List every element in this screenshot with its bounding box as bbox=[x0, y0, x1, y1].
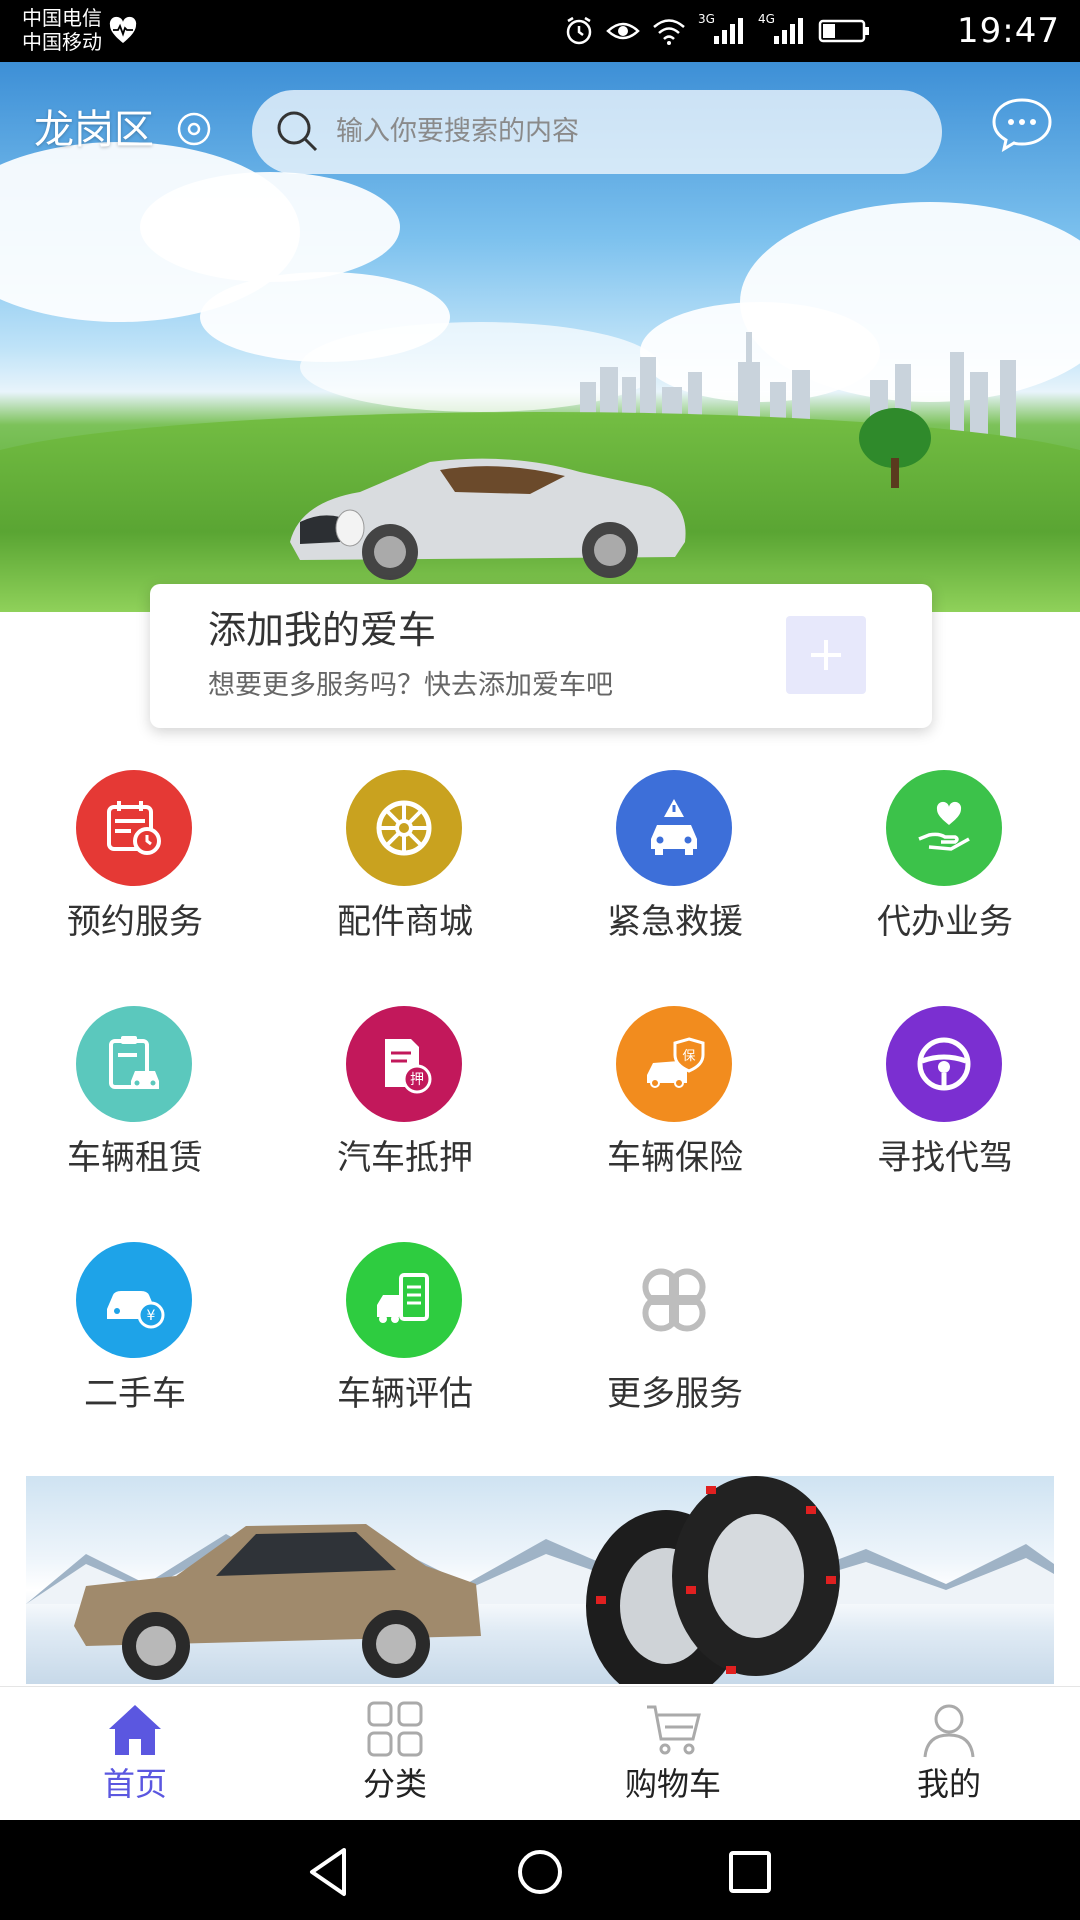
yuan-badge: ¥ bbox=[147, 1308, 156, 1324]
service-more[interactable]: 更多服务 bbox=[540, 1242, 810, 1442]
clipboard-car-icon bbox=[76, 1006, 192, 1122]
service-valuation[interactable]: 车辆评估 bbox=[270, 1242, 540, 1442]
system-navigation-bar bbox=[0, 1820, 1080, 1920]
heart-rate-icon bbox=[109, 16, 137, 43]
sports-car-image bbox=[290, 458, 686, 580]
add-car-title: 添加我的爱车 bbox=[208, 608, 437, 652]
cloud bbox=[140, 172, 400, 282]
battery-icon bbox=[818, 19, 869, 43]
home-icon bbox=[109, 1705, 161, 1755]
add-car-plus-button[interactable] bbox=[786, 616, 866, 694]
service-label: 配件商城 bbox=[337, 902, 473, 942]
wheel-icon bbox=[346, 770, 462, 886]
service-label: 预约服务 bbox=[67, 902, 203, 942]
service-rental[interactable]: 车辆租赁 bbox=[0, 1006, 270, 1206]
add-car-card[interactable]: 添加我的爱车 想要更多服务吗？快去添加爱车吧 bbox=[150, 584, 932, 728]
snow-chain-tires-image bbox=[586, 1476, 840, 1684]
tab-mine-label: 我的 bbox=[916, 1765, 981, 1803]
steering-wheel-icon bbox=[886, 1006, 1002, 1122]
hand-heart-icon bbox=[886, 770, 1002, 886]
service-label: 寻找代驾 bbox=[877, 1138, 1013, 1178]
location-pin-icon[interactable] bbox=[176, 111, 212, 147]
message-bubble-icon[interactable] bbox=[990, 96, 1054, 152]
insurance-badge: 保 bbox=[682, 1049, 695, 1064]
pledge-badge: 押 bbox=[410, 1072, 424, 1088]
cart-icon bbox=[647, 1705, 701, 1755]
tab-category-label: 分类 bbox=[362, 1765, 427, 1803]
search-input[interactable]: 输入你要搜索的内容 bbox=[336, 110, 579, 154]
category-grid-icon bbox=[367, 1701, 423, 1757]
service-appointment[interactable]: 预约服务 bbox=[0, 770, 270, 970]
bottom-navigation: 首页 分类 购物车 我的 bbox=[0, 1686, 1080, 1820]
service-label: 紧急救援 bbox=[607, 902, 743, 942]
carrier-info: 中国电信 中国移动 bbox=[22, 6, 102, 54]
more-grid-icon bbox=[616, 1242, 732, 1358]
eye-icon bbox=[606, 22, 640, 40]
search-bar[interactable]: 输入你要搜索的内容 bbox=[252, 90, 942, 174]
tab-category[interactable]: 分类 bbox=[260, 1687, 530, 1821]
service-label: 车辆评估 bbox=[337, 1374, 473, 1414]
location-label[interactable]: 龙岗区 bbox=[34, 104, 154, 156]
clock: 19:47 bbox=[957, 11, 1060, 51]
document-pledge-icon: 押 bbox=[346, 1006, 462, 1122]
service-label: 二手车 bbox=[84, 1374, 186, 1414]
service-agency[interactable]: 代办业务 bbox=[810, 770, 1080, 970]
hatchback-car-image bbox=[74, 1524, 481, 1680]
car-yuan-icon: ¥ bbox=[76, 1242, 192, 1358]
calendar-clock-icon bbox=[76, 770, 192, 886]
promo-banner[interactable] bbox=[26, 1476, 1054, 1684]
service-label: 更多服务 bbox=[607, 1374, 743, 1414]
signal-3g-icon: 3G bbox=[698, 12, 746, 46]
service-mortgage[interactable]: 押 汽车抵押 bbox=[270, 1006, 540, 1206]
tab-home[interactable]: 首页 bbox=[0, 1687, 270, 1821]
service-used-car[interactable]: ¥ 二手车 bbox=[0, 1242, 270, 1442]
tree bbox=[859, 408, 931, 488]
service-emergency-rescue[interactable]: 紧急救援 bbox=[540, 770, 810, 970]
add-car-subtitle: 想要更多服务吗？快去添加爱车吧 bbox=[208, 670, 613, 701]
signal-4g-icon: 4G bbox=[758, 12, 806, 46]
recents-icon[interactable] bbox=[722, 1844, 778, 1900]
car-warning-icon bbox=[616, 770, 732, 886]
status-icons: 3G 4G bbox=[564, 12, 870, 48]
service-designated-driver[interactable]: 寻找代驾 bbox=[810, 1006, 1080, 1206]
carrier-1: 中国电信 bbox=[22, 6, 102, 30]
alarm-icon bbox=[566, 16, 592, 45]
tab-cart-label: 购物车 bbox=[624, 1765, 721, 1803]
tab-cart[interactable]: 购物车 bbox=[538, 1687, 808, 1821]
service-label: 代办业务 bbox=[877, 902, 1013, 942]
tab-mine[interactable]: 我的 bbox=[814, 1687, 1080, 1821]
service-parts-mall[interactable]: 配件商城 bbox=[270, 770, 540, 970]
truck-list-icon bbox=[346, 1242, 462, 1358]
wifi-icon bbox=[653, 19, 685, 45]
carrier-2: 中国移动 bbox=[22, 30, 102, 54]
search-icon bbox=[277, 111, 318, 152]
tab-home-label: 首页 bbox=[102, 1765, 167, 1803]
service-label: 车辆保险 bbox=[607, 1138, 743, 1178]
status-bar: 中国电信 中国移动 3G 4G 19:47 bbox=[0, 0, 1080, 62]
back-icon[interactable] bbox=[302, 1844, 358, 1900]
service-insurance[interactable]: 保 车辆保险 bbox=[540, 1006, 810, 1206]
service-label: 车辆租赁 bbox=[67, 1138, 203, 1178]
service-label: 汽车抵押 bbox=[337, 1138, 473, 1178]
home-button-icon[interactable] bbox=[512, 1844, 568, 1900]
user-icon bbox=[923, 1704, 975, 1758]
car-shield-icon: 保 bbox=[616, 1006, 732, 1122]
